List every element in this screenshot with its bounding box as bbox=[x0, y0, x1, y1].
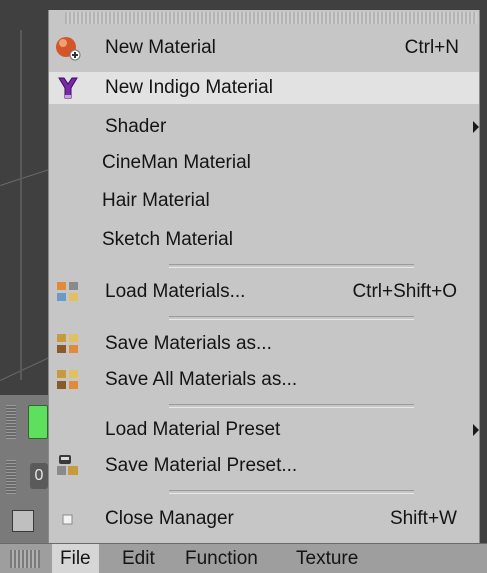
panel-square-button[interactable] bbox=[12, 510, 34, 532]
submenu-arrow-icon bbox=[473, 424, 479, 436]
menubar-label: File bbox=[60, 547, 91, 569]
menu-item-save-material-preset[interactable]: Save Material Preset... bbox=[49, 450, 479, 482]
viewport-grid-line bbox=[20, 30, 22, 380]
menu-separator bbox=[169, 404, 414, 408]
menu-item-shader[interactable]: Shader bbox=[49, 111, 479, 143]
menu-item-close-manager[interactable]: Close Manager Shift+W bbox=[49, 503, 479, 535]
save-all-materials-icon bbox=[57, 370, 78, 389]
menu-item-new-material[interactable]: New Material Ctrl+N bbox=[49, 32, 479, 64]
save-preset-icon bbox=[57, 455, 78, 475]
menu-item-shortcut: Ctrl+Shift+O bbox=[352, 281, 457, 302]
menubar-texture[interactable]: Texture bbox=[288, 544, 366, 573]
menu-item-shortcut: Shift+W bbox=[389, 508, 457, 529]
menu-item-save-materials-as[interactable]: Save Materials as... bbox=[49, 328, 479, 360]
menu-item-load-materials[interactable]: Load Materials... Ctrl+Shift+O bbox=[49, 276, 479, 308]
menubar-grip[interactable] bbox=[10, 550, 40, 568]
menu-item-label: Save Materials as... bbox=[105, 333, 272, 354]
side-grip[interactable] bbox=[6, 405, 16, 439]
counter-value: 0 bbox=[34, 467, 44, 484]
menu-item-label: Shader bbox=[105, 116, 167, 137]
menubar-function[interactable]: Function bbox=[177, 544, 266, 573]
menu-item-label: CineMan Material bbox=[102, 152, 251, 173]
menu-item-label: Load Material Preset bbox=[105, 419, 281, 440]
menubar-file[interactable]: File bbox=[52, 544, 99, 573]
menu-item-label: Hair Material bbox=[102, 190, 210, 211]
menu-item-label: Save All Materials as... bbox=[105, 369, 298, 390]
material-swatch-green[interactable] bbox=[28, 405, 48, 439]
menu-item-label: Load Materials... bbox=[105, 281, 246, 302]
menubar-edit[interactable]: Edit bbox=[114, 544, 163, 573]
menu-item-shortcut: Ctrl+N bbox=[404, 37, 459, 58]
save-materials-icon bbox=[57, 334, 78, 353]
menu-item-cineman-material[interactable]: CineMan Material bbox=[49, 147, 479, 179]
submenu-arrow-icon bbox=[473, 121, 479, 133]
menu-item-label: New Material bbox=[105, 37, 216, 58]
menu-item-label: Close Manager bbox=[105, 508, 234, 529]
menu-item-save-all-materials-as[interactable]: Save All Materials as... bbox=[49, 364, 479, 396]
menu-item-hair-material[interactable]: Hair Material bbox=[49, 185, 479, 217]
menu-item-label: Sketch Material bbox=[102, 229, 233, 250]
menu-item-label: Save Material Preset... bbox=[105, 455, 298, 476]
close-manager-icon bbox=[62, 514, 73, 525]
menu-item-sketch-material[interactable]: Sketch Material bbox=[49, 224, 479, 256]
menu-separator bbox=[169, 316, 414, 320]
menu-item-label: New Indigo Material bbox=[105, 77, 273, 98]
file-menu: New Material Ctrl+N New Indigo Material … bbox=[48, 10, 480, 543]
menu-tearoff-grip[interactable] bbox=[65, 12, 477, 24]
menu-item-load-material-preset[interactable]: Load Material Preset bbox=[49, 414, 479, 446]
menu-bar: File Edit Function Texture bbox=[0, 543, 487, 573]
menu-separator bbox=[169, 490, 414, 494]
menubar-label: Edit bbox=[122, 547, 155, 569]
menu-item-new-indigo-material[interactable]: New Indigo Material bbox=[49, 72, 479, 104]
indigo-icon bbox=[58, 77, 78, 99]
load-materials-icon bbox=[57, 282, 78, 301]
new-material-icon bbox=[56, 37, 81, 61]
menubar-label: Function bbox=[185, 547, 258, 569]
side-grip[interactable] bbox=[6, 460, 16, 494]
counter-box: 0 bbox=[30, 463, 48, 489]
menubar-label: Texture bbox=[296, 547, 359, 569]
menu-separator bbox=[169, 264, 414, 268]
